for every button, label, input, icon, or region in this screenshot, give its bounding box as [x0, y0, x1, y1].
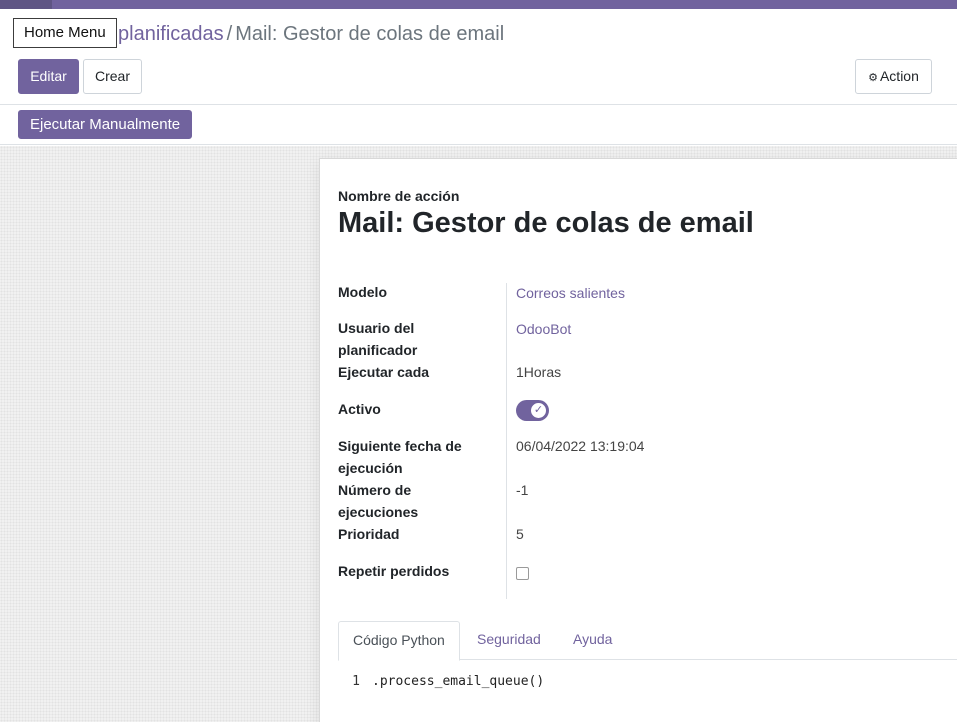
code-line-number: 1 [352, 674, 360, 689]
model-value[interactable]: Correos salientes [516, 282, 625, 304]
breadcrumb-separator: / [226, 23, 233, 45]
edit-button[interactable]: Editar [18, 59, 79, 94]
priority-label: Prioridad [338, 526, 400, 542]
doall-label: Repetir perdidos [338, 563, 450, 579]
gear-icon: ⚙ [868, 72, 878, 84]
form-statusbar: Ejecutar Manualmente [0, 106, 957, 145]
form-sheet: Nombre de acción Mail: Gestor de colas d… [319, 158, 957, 722]
priority-value: 5 [516, 526, 524, 542]
tab-python-code[interactable]: Código Python [338, 621, 460, 661]
run-manually-button[interactable]: Ejecutar Manualmente [18, 110, 193, 139]
interval-label: Ejecutar cada [338, 364, 430, 380]
tab-help[interactable]: Ayuda [559, 621, 626, 660]
breadcrumb-parent[interactable]: planificadas [118, 23, 224, 45]
numbercall-value: -1 [516, 482, 529, 498]
nextcall-label: Siguiente fecha de ejecución [338, 438, 462, 476]
check-icon: ✓ [531, 403, 546, 418]
control-panel: planificadas / Mail: Gestor de colas de em… [0, 9, 957, 105]
user-value[interactable]: OdooBot [516, 318, 571, 340]
code-line: .process_email_queue() [372, 674, 545, 689]
model-label: Modelo [338, 284, 387, 300]
breadcrumb-current: Mail: Gestor de colas de email [235, 23, 505, 45]
nextcall-value: 06/04/2022 13:19:04 [516, 438, 645, 454]
user-label: Usuario del planificador [338, 320, 418, 358]
notebook-tabs: Código Python Seguridad Ayuda [338, 621, 957, 661]
active-toggle[interactable]: ✓ [516, 400, 549, 421]
tab-security[interactable]: Seguridad [463, 621, 555, 660]
apps-menu-toggle[interactable] [0, 0, 52, 9]
interval-value: 1Horas [516, 364, 562, 380]
code-editor[interactable]: 1 .process_email_queue() [338, 674, 544, 689]
create-button[interactable]: Crear [83, 59, 142, 94]
action-button[interactable]: ⚙ Action [855, 59, 932, 94]
home-menu-button[interactable]: Home Menu [13, 18, 117, 48]
name-field-label: Nombre de acción [338, 188, 460, 204]
field-divider [506, 283, 507, 599]
action-label: Action [879, 68, 919, 84]
top-navbar [0, 0, 957, 9]
doall-checkbox[interactable] [516, 567, 529, 580]
numbercall-label: Número de ejecuciones [338, 482, 419, 520]
active-label: Activo [338, 401, 381, 417]
page-title[interactable]: Mail: Gestor de colas de email [338, 207, 754, 240]
